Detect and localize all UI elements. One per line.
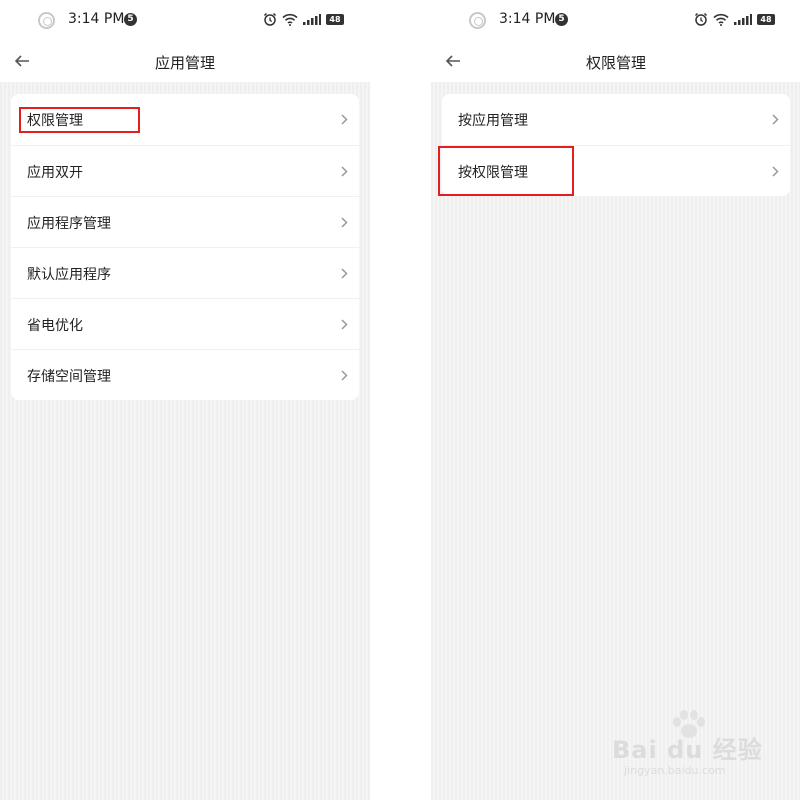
list-item-label: 默认应用程序 bbox=[27, 267, 111, 283]
notification-circle-icon bbox=[38, 12, 55, 29]
list-item-battery-optimization[interactable]: 省电优化 bbox=[11, 298, 359, 349]
title-bar: 应用管理 bbox=[0, 41, 370, 82]
list-item-dual-apps[interactable]: 应用双开 bbox=[11, 145, 359, 196]
list-item-storage-management[interactable]: 存储空间管理 bbox=[11, 349, 359, 400]
chevron-right-icon bbox=[341, 166, 348, 177]
list-item-permission-management[interactable]: 权限管理 bbox=[11, 94, 359, 145]
alarm-icon bbox=[694, 12, 708, 26]
settings-list: 按应用管理 按权限管理 bbox=[442, 94, 790, 196]
status-icons: 48 bbox=[694, 12, 775, 26]
status-time: 3:14 PM bbox=[499, 11, 556, 27]
chevron-right-icon bbox=[341, 319, 348, 330]
chevron-right-icon bbox=[772, 166, 779, 177]
notification-circle-icon bbox=[469, 12, 486, 29]
wifi-icon bbox=[713, 13, 729, 26]
status-time: 3:14 PM bbox=[68, 11, 125, 27]
signal-icon bbox=[734, 13, 752, 25]
page-title: 权限管理 bbox=[585, 54, 646, 72]
list-item-manage-by-app[interactable]: 按应用管理 bbox=[442, 94, 790, 145]
chevron-right-icon bbox=[341, 268, 348, 279]
wifi-icon bbox=[282, 13, 298, 26]
settings-list: 权限管理 应用双开 应用程序管理 默认应用程序 省电优化 存储空间管理 bbox=[11, 94, 359, 400]
page-title: 应用管理 bbox=[154, 54, 215, 72]
list-item-label: 按应用管理 bbox=[458, 113, 528, 129]
list-item-manage-by-permission[interactable]: 按权限管理 bbox=[442, 145, 790, 196]
chevron-right-icon bbox=[341, 114, 348, 125]
phone-screen-left: 3:14 PM 5 48 应用管理 权限管理 应用双开 应用程序管理 默认应用程… bbox=[0, 0, 370, 800]
chevron-right-icon bbox=[341, 217, 348, 228]
list-item-label: 存储空间管理 bbox=[27, 369, 111, 385]
alarm-icon bbox=[263, 12, 277, 26]
list-item-label: 省电优化 bbox=[27, 318, 83, 334]
signal-icon bbox=[303, 13, 321, 25]
list-item-label: 应用双开 bbox=[27, 165, 83, 181]
phone-screen-right: 3:14 PM 5 48 权限管理 按应用管理 按权限管理 bbox=[431, 0, 800, 800]
chevron-right-icon bbox=[341, 370, 348, 381]
list-item-default-apps[interactable]: 默认应用程序 bbox=[11, 247, 359, 298]
notification-badge: 5 bbox=[124, 13, 137, 26]
list-item-label: 按权限管理 bbox=[458, 165, 528, 181]
list-item-app-manager[interactable]: 应用程序管理 bbox=[11, 196, 359, 247]
list-item-label: 权限管理 bbox=[27, 113, 83, 129]
notification-badge: 5 bbox=[555, 13, 568, 26]
status-bar: 3:14 PM 5 48 bbox=[431, 0, 800, 41]
chevron-right-icon bbox=[772, 114, 779, 125]
battery-icon: 48 bbox=[326, 13, 344, 25]
title-bar: 权限管理 bbox=[431, 41, 800, 82]
battery-icon: 48 bbox=[757, 13, 775, 25]
status-bar: 3:14 PM 5 48 bbox=[0, 0, 370, 41]
list-item-label: 应用程序管理 bbox=[27, 216, 111, 232]
status-icons: 48 bbox=[263, 12, 344, 26]
